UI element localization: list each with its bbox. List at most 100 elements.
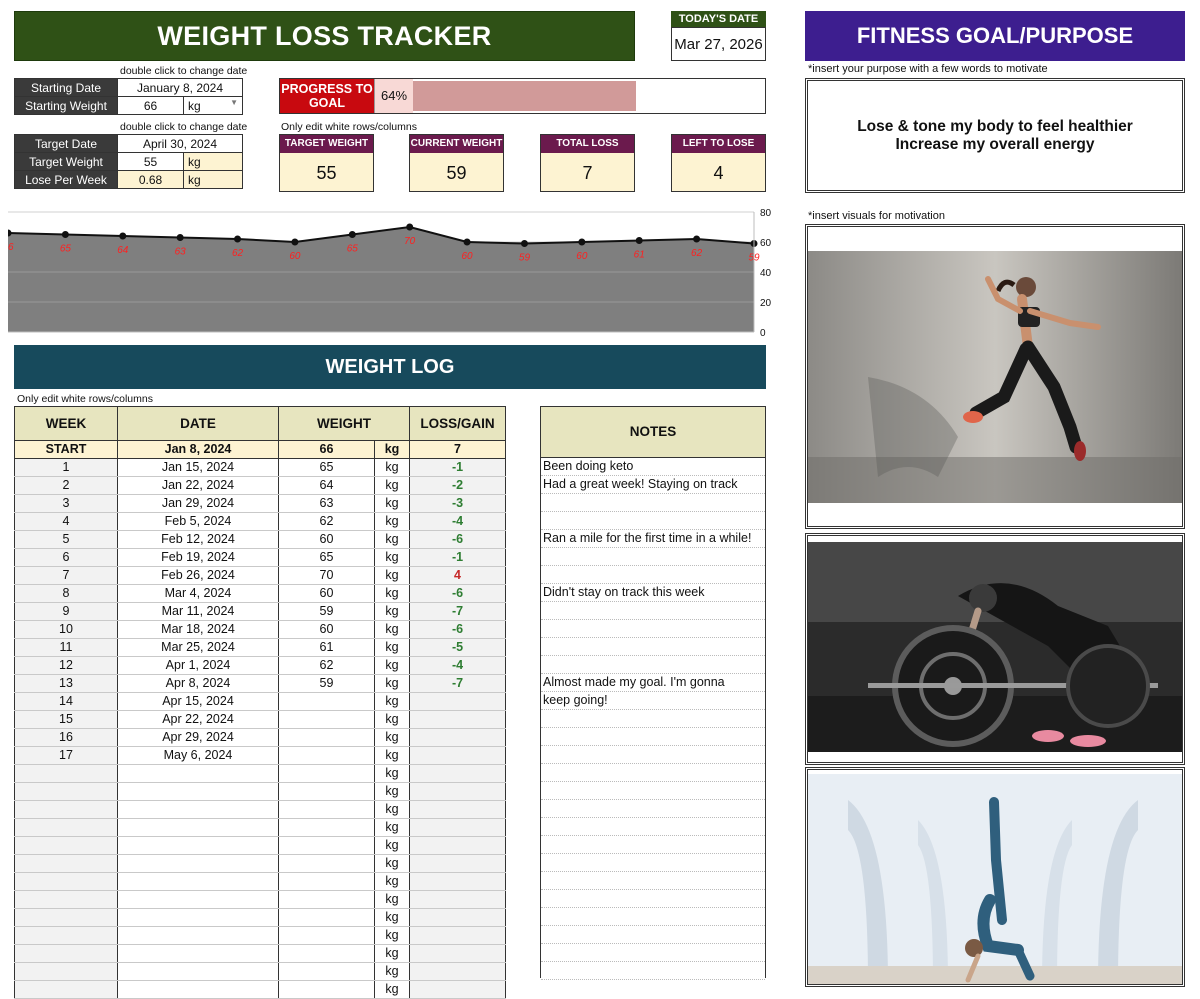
note-line[interactable] (541, 890, 765, 908)
chart-point (406, 223, 414, 231)
note-line[interactable] (541, 782, 765, 800)
starting-date-field[interactable]: January 8, 2024 (117, 78, 243, 97)
note-line[interactable] (541, 566, 765, 584)
note-line[interactable] (541, 710, 765, 728)
stat-total-loss: TOTAL LOSS 7 (540, 134, 635, 192)
note-line[interactable] (541, 494, 765, 512)
note-line[interactable] (541, 962, 765, 980)
table-row: kg (14, 800, 506, 819)
log-loss-gain-cell (409, 872, 506, 891)
note-line[interactable]: Didn't stay on track this week (541, 584, 765, 602)
log-weight-input[interactable]: 70 (278, 566, 375, 585)
log-weight-input[interactable] (278, 944, 375, 963)
table-row: 14 Apr 15, 2024 kg (14, 692, 506, 711)
note-line[interactable] (541, 746, 765, 764)
log-weight-input[interactable] (278, 926, 375, 945)
log-weight-input[interactable] (278, 890, 375, 909)
note-line[interactable] (541, 818, 765, 836)
log-weight-input[interactable] (278, 800, 375, 819)
log-weight-input[interactable] (278, 854, 375, 873)
log-weight-input[interactable]: 59 (278, 602, 375, 621)
log-loss-gain-cell (409, 746, 506, 765)
note-line[interactable] (541, 512, 765, 530)
log-weight-input[interactable]: 62 (278, 656, 375, 675)
log-weight-input[interactable] (278, 980, 375, 999)
note-line[interactable] (541, 836, 765, 854)
note-line[interactable]: Almost made my goal. I'm gonna (541, 674, 765, 692)
log-week-cell (14, 764, 118, 783)
log-weight-input[interactable] (278, 728, 375, 747)
table-row: kg (14, 782, 506, 801)
log-weight-input[interactable]: 60 (278, 530, 375, 549)
log-weight-input[interactable] (278, 818, 375, 837)
note-line[interactable] (541, 728, 765, 746)
log-weight-input[interactable] (278, 710, 375, 729)
note-line[interactable]: Had a great week! Staying on track (541, 476, 765, 494)
log-week-cell: 4 (14, 512, 118, 531)
log-weight-input[interactable] (278, 746, 375, 765)
progress-fill (413, 81, 636, 111)
log-week-cell (14, 890, 118, 909)
log-weight-input[interactable]: 59 (278, 674, 375, 693)
table-row: 3 Jan 29, 2024 63 kg -3 (14, 494, 506, 513)
log-weight-input[interactable]: 62 (278, 512, 375, 531)
log-weight-input[interactable]: 60 (278, 584, 375, 603)
log-weight-input[interactable] (278, 782, 375, 801)
start-date: Jan 8, 2024 (117, 440, 279, 459)
log-weight-input[interactable] (278, 872, 375, 891)
target-weight-field[interactable]: 55 (117, 152, 184, 171)
note-line[interactable] (541, 764, 765, 782)
table-row: 13 Apr 8, 2024 59 kg -7 (14, 674, 506, 693)
note-line[interactable] (541, 548, 765, 566)
log-unit-cell: kg (374, 818, 410, 837)
log-weight-input[interactable]: 65 (278, 548, 375, 567)
chart-area-fill (8, 227, 754, 332)
note-line[interactable] (541, 872, 765, 890)
log-unit-cell: kg (374, 656, 410, 675)
note-line[interactable]: Ran a mile for the first time in a while… (541, 530, 765, 548)
log-weight-input[interactable] (278, 692, 375, 711)
todays-date-value[interactable]: Mar 27, 2026 (671, 27, 766, 61)
motivation-photo-yoga[interactable] (805, 767, 1185, 987)
note-line[interactable] (541, 656, 765, 674)
log-unit-cell: kg (374, 836, 410, 855)
dropdown-arrow-icon[interactable]: ▼ (230, 98, 238, 107)
note-line[interactable] (541, 944, 765, 962)
log-unit-cell: kg (374, 584, 410, 603)
log-loss-gain-cell (409, 800, 506, 819)
motivation-photo-barbell[interactable] (805, 533, 1185, 765)
log-weight-input[interactable]: 65 (278, 458, 375, 477)
log-date-cell (117, 764, 279, 783)
note-line[interactable] (541, 620, 765, 638)
log-weight-input[interactable]: 61 (278, 638, 375, 657)
table-row: 5 Feb 12, 2024 60 kg -6 (14, 530, 506, 549)
stat-current-weight: CURRENT WEIGHT 59 (409, 134, 504, 192)
note-line[interactable] (541, 800, 765, 818)
purpose-box[interactable]: Lose & tone my body to feel healthier In… (805, 78, 1185, 193)
target-date-field[interactable]: April 30, 2024 (117, 134, 243, 153)
log-week-cell (14, 854, 118, 873)
log-unit-cell: kg (374, 728, 410, 747)
log-week-cell: 14 (14, 692, 118, 711)
log-weight-input[interactable] (278, 908, 375, 927)
starting-weight-field[interactable]: 66 (117, 96, 184, 115)
note-line[interactable]: keep going! (541, 692, 765, 710)
log-unit-cell: kg (374, 692, 410, 711)
note-line[interactable]: Been doing keto (541, 458, 765, 476)
note-line[interactable] (541, 926, 765, 944)
log-weight-input[interactable] (278, 836, 375, 855)
starting-weight-unit-select[interactable]: kg ▼ (183, 96, 243, 115)
visuals-hint: *insert visuals for motivation (808, 210, 945, 222)
motivation-photo-runner[interactable] (805, 224, 1185, 529)
note-line[interactable] (541, 908, 765, 926)
log-date-cell: Apr 8, 2024 (117, 674, 279, 693)
log-unit-cell: kg (374, 512, 410, 531)
log-weight-input[interactable] (278, 764, 375, 783)
log-weight-input[interactable]: 60 (278, 620, 375, 639)
note-line[interactable] (541, 854, 765, 872)
log-weight-input[interactable]: 63 (278, 494, 375, 513)
note-line[interactable] (541, 638, 765, 656)
note-line[interactable] (541, 602, 765, 620)
log-week-cell: 3 (14, 494, 118, 513)
log-weight-input[interactable]: 64 (278, 476, 375, 495)
